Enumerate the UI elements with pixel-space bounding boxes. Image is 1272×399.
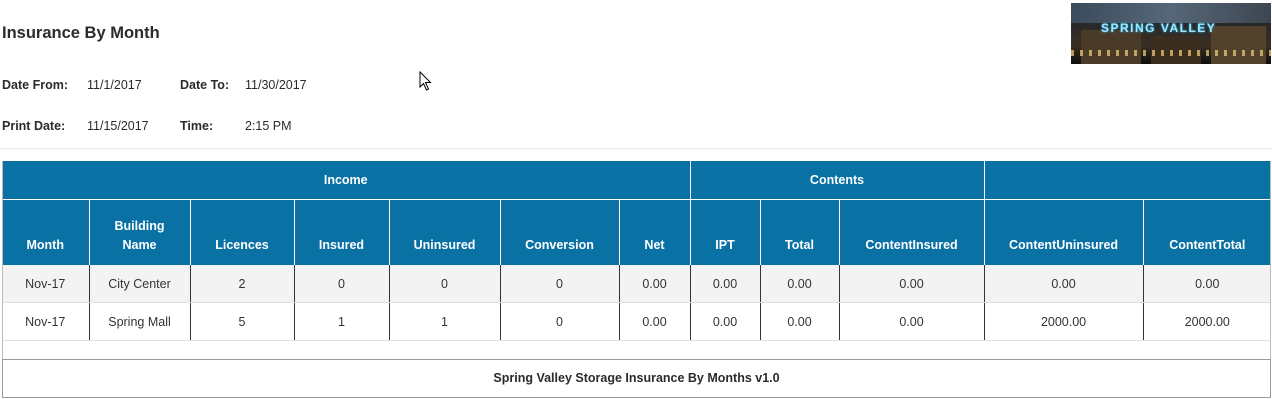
- print-date-label: Print Date:: [2, 119, 66, 133]
- page-title: Insurance By Month: [2, 24, 160, 42]
- date-to-value: 11/30/2017: [245, 78, 307, 92]
- date-to-label: Date To:: [180, 78, 230, 92]
- table-frame: [2, 161, 1271, 360]
- mouse-cursor-icon: [419, 71, 432, 91]
- company-logo: SPRING VALLEY: [1071, 3, 1271, 64]
- report-footer: Spring Valley Storage Insurance By Month…: [2, 359, 1271, 398]
- date-from-value: 11/1/2017: [87, 78, 142, 92]
- date-from-label: Date From:: [2, 78, 68, 92]
- time-value: 2:15 PM: [245, 119, 292, 133]
- print-date-value: 11/15/2017: [87, 119, 149, 133]
- logo-text: SPRING VALLEY: [1101, 21, 1217, 35]
- time-label: Time:: [180, 119, 214, 133]
- report-header: Insurance By Month Date From: 11/1/2017 …: [0, 0, 1272, 148]
